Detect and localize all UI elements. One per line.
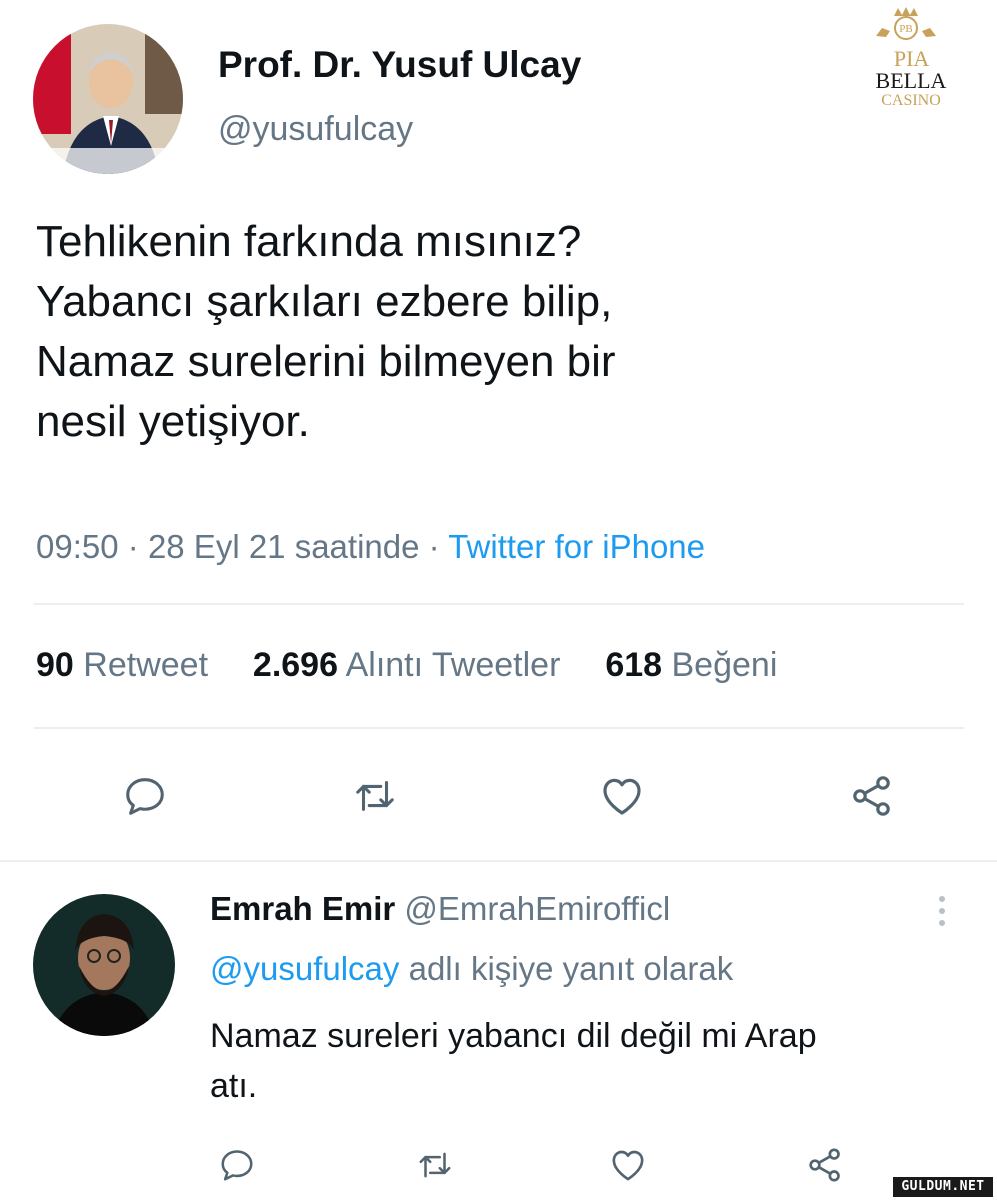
likes-stat[interactable]: 618 Beğeni xyxy=(605,646,777,684)
quotes-label: Alıntı Tweetler xyxy=(345,646,561,684)
tweet-source-link[interactable]: Twitter for iPhone xyxy=(448,528,705,565)
reply-text-line: atı. xyxy=(210,1067,258,1105)
reply-header: Emrah Emir @EmrahEmirofficl xyxy=(210,890,670,928)
tweet-text-line: Yabancı şarkıları ezbere bilip, xyxy=(36,277,613,326)
reply-text-line: Namaz sureleri yabancı dil değil mi Arap xyxy=(210,1017,817,1055)
likes-count: 618 xyxy=(605,646,663,684)
retweet-arrows-icon xyxy=(356,781,394,811)
reply-like-button[interactable] xyxy=(603,1140,653,1190)
likes-label: Beğeni xyxy=(671,646,778,684)
svg-text:PB: PB xyxy=(899,23,912,35)
tweet-text-line: Namaz surelerini bilmeyen bir xyxy=(36,337,616,386)
retweets-stat[interactable]: 90 Retweet xyxy=(36,646,217,684)
heart-icon xyxy=(603,778,641,815)
site-watermark: GULDUM.NET xyxy=(893,1177,993,1197)
casino-watermark-text: PIA BELLA CASINO xyxy=(856,48,966,110)
tweet-text-line: nesil yetişiyor. xyxy=(36,397,310,446)
divider xyxy=(34,727,964,729)
divider xyxy=(34,603,964,605)
share-nodes-icon xyxy=(809,1148,840,1182)
share-button[interactable] xyxy=(840,764,904,828)
reply-display-name[interactable]: Emrah Emir xyxy=(210,890,395,927)
heart-icon xyxy=(612,1150,644,1181)
tweet-date[interactable]: 28 Eyl 21 saatinde xyxy=(148,528,420,565)
reply-retweet-button[interactable] xyxy=(410,1140,460,1190)
reply-to-handle-link[interactable]: @yusufulcay xyxy=(210,950,399,987)
meta-separator: · xyxy=(127,528,139,565)
more-options-button[interactable] xyxy=(930,893,954,933)
reply-context: @yusufulcay adlı kişiye yanıt olarak xyxy=(210,950,733,988)
reply-reply-button[interactable] xyxy=(212,1140,262,1190)
reply-handle[interactable]: @EmrahEmirofficl xyxy=(404,890,670,927)
tweet-text: Tehlikenin farkında mısınız? Yabancı şar… xyxy=(36,212,956,452)
divider xyxy=(0,860,997,862)
tweet-meta: 09:50 · 28 Eyl 21 saatinde · Twitter for… xyxy=(36,528,705,566)
author-display-name[interactable]: Prof. Dr. Yusuf Ulcay xyxy=(218,44,581,86)
retweets-label: Retweet xyxy=(83,646,209,684)
watermark-bella: BELLA xyxy=(875,68,947,93)
reply-text: Namaz sureleri yabancı dil değil mi Arap… xyxy=(210,1011,970,1111)
reply-button[interactable] xyxy=(113,764,177,828)
quotes-count: 2.696 xyxy=(252,646,339,684)
tweet-text-line: Tehlikenin farkında mısınız? xyxy=(36,217,582,266)
watermark-casino: CASINO xyxy=(881,92,941,109)
retweets-count: 90 xyxy=(36,646,74,684)
like-button[interactable] xyxy=(590,764,654,828)
reply-share-button[interactable] xyxy=(800,1140,850,1190)
tweet-stats: 90 Retweet 2.696 Alıntı Tweetler 618 Beğ… xyxy=(36,646,777,685)
speech-bubble-icon xyxy=(126,778,164,815)
share-nodes-icon xyxy=(853,776,890,816)
author-handle[interactable]: @yusufulcay xyxy=(218,110,413,149)
author-avatar[interactable] xyxy=(33,24,183,174)
reply-to-text: adlı kişiye yanıt olarak xyxy=(408,950,734,987)
vertical-dots-icon xyxy=(939,896,945,926)
meta-separator: · xyxy=(428,528,440,565)
retweet-arrows-icon xyxy=(419,1152,451,1178)
tweet-time[interactable]: 09:50 xyxy=(36,528,119,565)
speech-bubble-icon xyxy=(221,1150,253,1181)
retweet-button[interactable] xyxy=(343,764,407,828)
quotes-stat[interactable]: 2.696 Alıntı Tweetler xyxy=(253,646,570,684)
reply-author-avatar[interactable] xyxy=(33,894,175,1036)
